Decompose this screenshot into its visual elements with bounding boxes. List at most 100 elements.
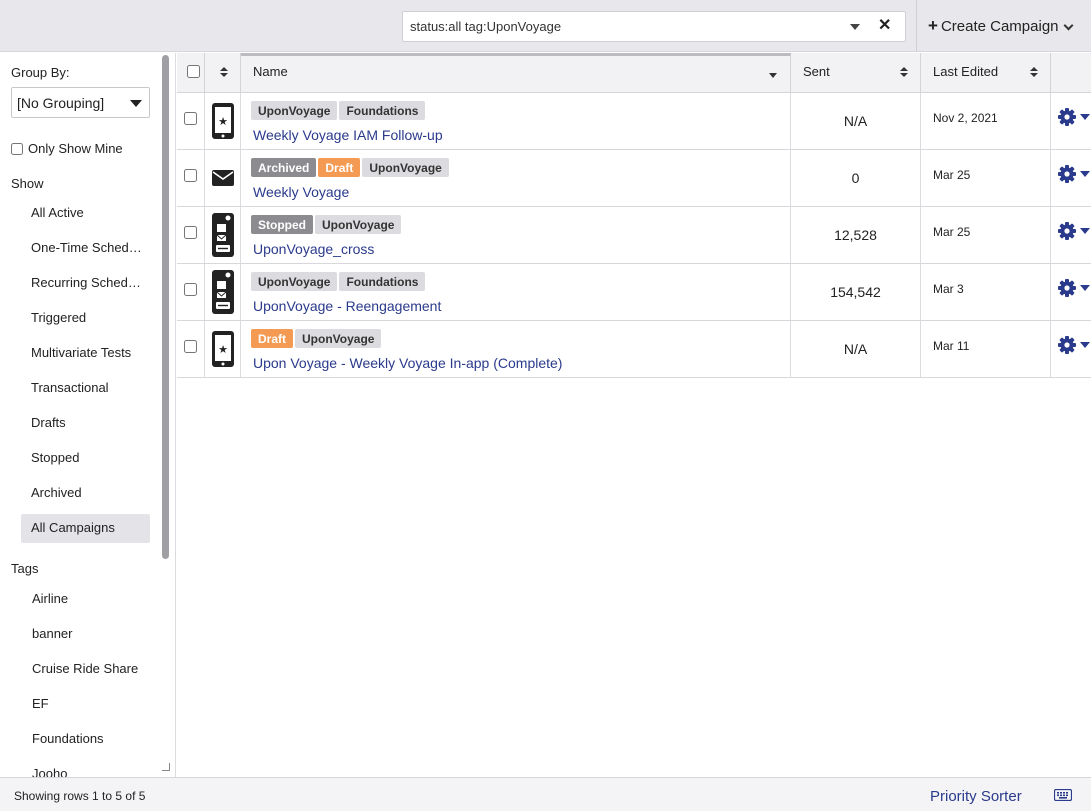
tags-label: Tags: [11, 561, 39, 576]
search-dropdown-icon[interactable]: [850, 24, 860, 30]
header-last-edited[interactable]: Last Edited: [921, 53, 1051, 93]
sidebar-tag-foundations[interactable]: Foundations: [32, 731, 104, 746]
row-actions-button[interactable]: [1051, 321, 1091, 377]
row-sent-cell: 154,542: [791, 264, 921, 320]
tag-badge[interactable]: Archived: [251, 158, 317, 177]
sent-value: 12,528: [834, 227, 877, 243]
sidebar-item-transactional[interactable]: Transactional: [21, 374, 150, 403]
row-edited-cell: Mar 25: [921, 150, 1051, 206]
keyboard-icon[interactable]: [1054, 789, 1072, 801]
tag-badge[interactable]: UponVoyage: [315, 215, 402, 234]
sidebar-item-drafts[interactable]: Drafts: [21, 409, 150, 438]
multichannel-icon: [205, 264, 241, 320]
chevron-down-icon: [1080, 228, 1090, 234]
sidebar-tag-jooho[interactable]: Jooho: [32, 766, 67, 777]
gear-icon: [1058, 336, 1076, 354]
campaign-name-link[interactable]: Upon Voyage - Weekly Voyage In-app (Comp…: [253, 355, 562, 371]
create-campaign-label: Create Campaign: [940, 18, 1059, 35]
table-row[interactable]: UponVoyage Foundations UponVoyage - Reen…: [177, 264, 1091, 321]
row-actions-button[interactable]: [1051, 150, 1091, 206]
tag-badge[interactable]: UponVoyage: [251, 272, 338, 291]
sent-value: N/A: [843, 113, 868, 129]
row-checkbox[interactable]: [184, 226, 197, 239]
tag-badge[interactable]: Foundations: [339, 101, 426, 120]
header-type-sort[interactable]: [205, 53, 241, 93]
row-select-cell: [177, 93, 205, 149]
only-show-mine-checkbox[interactable]: Only Show Mine: [11, 141, 123, 156]
tag-badge[interactable]: UponVoyage: [295, 329, 382, 348]
header-last-edited-label: Last Edited: [933, 64, 999, 79]
gear-icon: [1058, 165, 1076, 183]
row-sent-cell: N/A: [791, 93, 921, 149]
multichannel-icon: [205, 207, 241, 263]
only-show-mine-input[interactable]: [11, 142, 23, 155]
chevron-down-icon: [1080, 342, 1090, 348]
sidebar-item-one-time-scheduled[interactable]: One-Time Sched…: [21, 234, 150, 263]
sidebar-tag-cruise-ride-share[interactable]: Cruise Ride Share: [32, 661, 138, 676]
sidebar-tag-airline[interactable]: Airline: [32, 591, 68, 606]
row-checkbox[interactable]: [184, 283, 197, 296]
last-edited-value: Mar 25: [933, 168, 971, 182]
tag-badge[interactable]: Draft: [251, 329, 294, 348]
sidebar-item-all-campaigns[interactable]: All Campaigns: [21, 514, 150, 543]
sidebar-tag-ef[interactable]: EF: [32, 696, 49, 711]
row-count-text: Showing rows 1 to 5 of 5: [14, 789, 146, 803]
tag-badge[interactable]: UponVoyage: [362, 158, 449, 177]
top-bar: ✕ +Create Campaign: [0, 0, 1091, 52]
priority-sorter-link[interactable]: Priority Sorter: [930, 788, 1022, 805]
table-header: Name Sent Last Edited: [177, 53, 1091, 93]
only-show-mine-label: Only Show Mine: [28, 141, 123, 156]
campaign-name-link[interactable]: UponVoyage - Reengagement: [253, 298, 441, 314]
sidebar-item-recurring-scheduled[interactable]: Recurring Sched…: [21, 269, 150, 298]
tag-badge[interactable]: UponVoyage: [251, 101, 338, 120]
campaign-name-link[interactable]: Weekly Voyage IAM Follow-up: [253, 127, 443, 143]
row-name-cell: UponVoyage Foundations Weekly Voyage IAM…: [241, 93, 791, 149]
show-label: Show: [11, 176, 44, 191]
sidebar-item-archived[interactable]: Archived: [21, 479, 150, 508]
sidebar: Group By: [No Grouping] Only Show Mine S…: [0, 53, 176, 777]
row-checkbox[interactable]: [184, 169, 197, 182]
last-edited-value: Mar 3: [933, 282, 964, 296]
clear-icon[interactable]: ✕: [878, 17, 891, 35]
row-name-cell: Stopped UponVoyage UponVoyage_cross: [241, 207, 791, 263]
row-select-cell: [177, 150, 205, 206]
sidebar-tag-banner[interactable]: banner: [32, 626, 72, 641]
sidebar-item-stopped[interactable]: Stopped: [21, 444, 150, 473]
header-actions: [1051, 53, 1091, 93]
table-row[interactable]: Stopped UponVoyage UponVoyage_cross 12,5…: [177, 207, 1091, 264]
tag-badge[interactable]: Foundations: [339, 272, 426, 291]
create-campaign-button[interactable]: + Create Campaign: [928, 16, 1074, 36]
mobile-iam-icon: ★: [205, 93, 241, 149]
row-checkbox[interactable]: [184, 112, 197, 125]
chevron-down-icon: [130, 100, 142, 107]
search-box[interactable]: ✕: [402, 11, 906, 42]
row-edited-cell: Mar 3: [921, 264, 1051, 320]
row-name-cell: Draft UponVoyage Upon Voyage - Weekly Vo…: [241, 321, 791, 377]
header-sent[interactable]: Sent: [791, 53, 921, 93]
sidebar-item-all-active[interactable]: All Active: [21, 199, 150, 228]
sidebar-item-multivariate-tests[interactable]: Multivariate Tests: [21, 339, 150, 368]
tag-badge[interactable]: Stopped: [251, 215, 313, 234]
table-row[interactable]: Archived Draft UponVoyage Weekly Voyage …: [177, 150, 1091, 207]
row-actions-button[interactable]: [1051, 264, 1091, 320]
row-checkbox[interactable]: [184, 340, 197, 353]
table-row[interactable]: ★ Draft UponVoyage Upon Voyage - Weekly …: [177, 321, 1091, 378]
chevron-down-icon: [1080, 171, 1090, 177]
search-input[interactable]: [403, 12, 833, 41]
row-edited-cell: Mar 25: [921, 207, 1051, 263]
sidebar-scrollbar[interactable]: [162, 55, 169, 559]
campaign-name-link[interactable]: UponVoyage_cross: [253, 241, 374, 257]
row-sent-cell: 0: [791, 150, 921, 206]
resize-handle[interactable]: [162, 763, 170, 771]
row-select-cell: [177, 264, 205, 320]
row-select-cell: [177, 321, 205, 377]
table-row[interactable]: ★ UponVoyage Foundations Weekly Voyage I…: [177, 93, 1091, 150]
group-by-select[interactable]: [No Grouping]: [11, 87, 150, 118]
header-name[interactable]: Name: [241, 53, 791, 93]
tag-badge[interactable]: Draft: [318, 158, 361, 177]
campaign-name-link[interactable]: Weekly Voyage: [253, 184, 349, 200]
select-all-checkbox[interactable]: [187, 65, 200, 78]
sidebar-item-triggered[interactable]: Triggered: [21, 304, 150, 333]
row-actions-button[interactable]: [1051, 93, 1091, 149]
row-actions-button[interactable]: [1051, 207, 1091, 263]
